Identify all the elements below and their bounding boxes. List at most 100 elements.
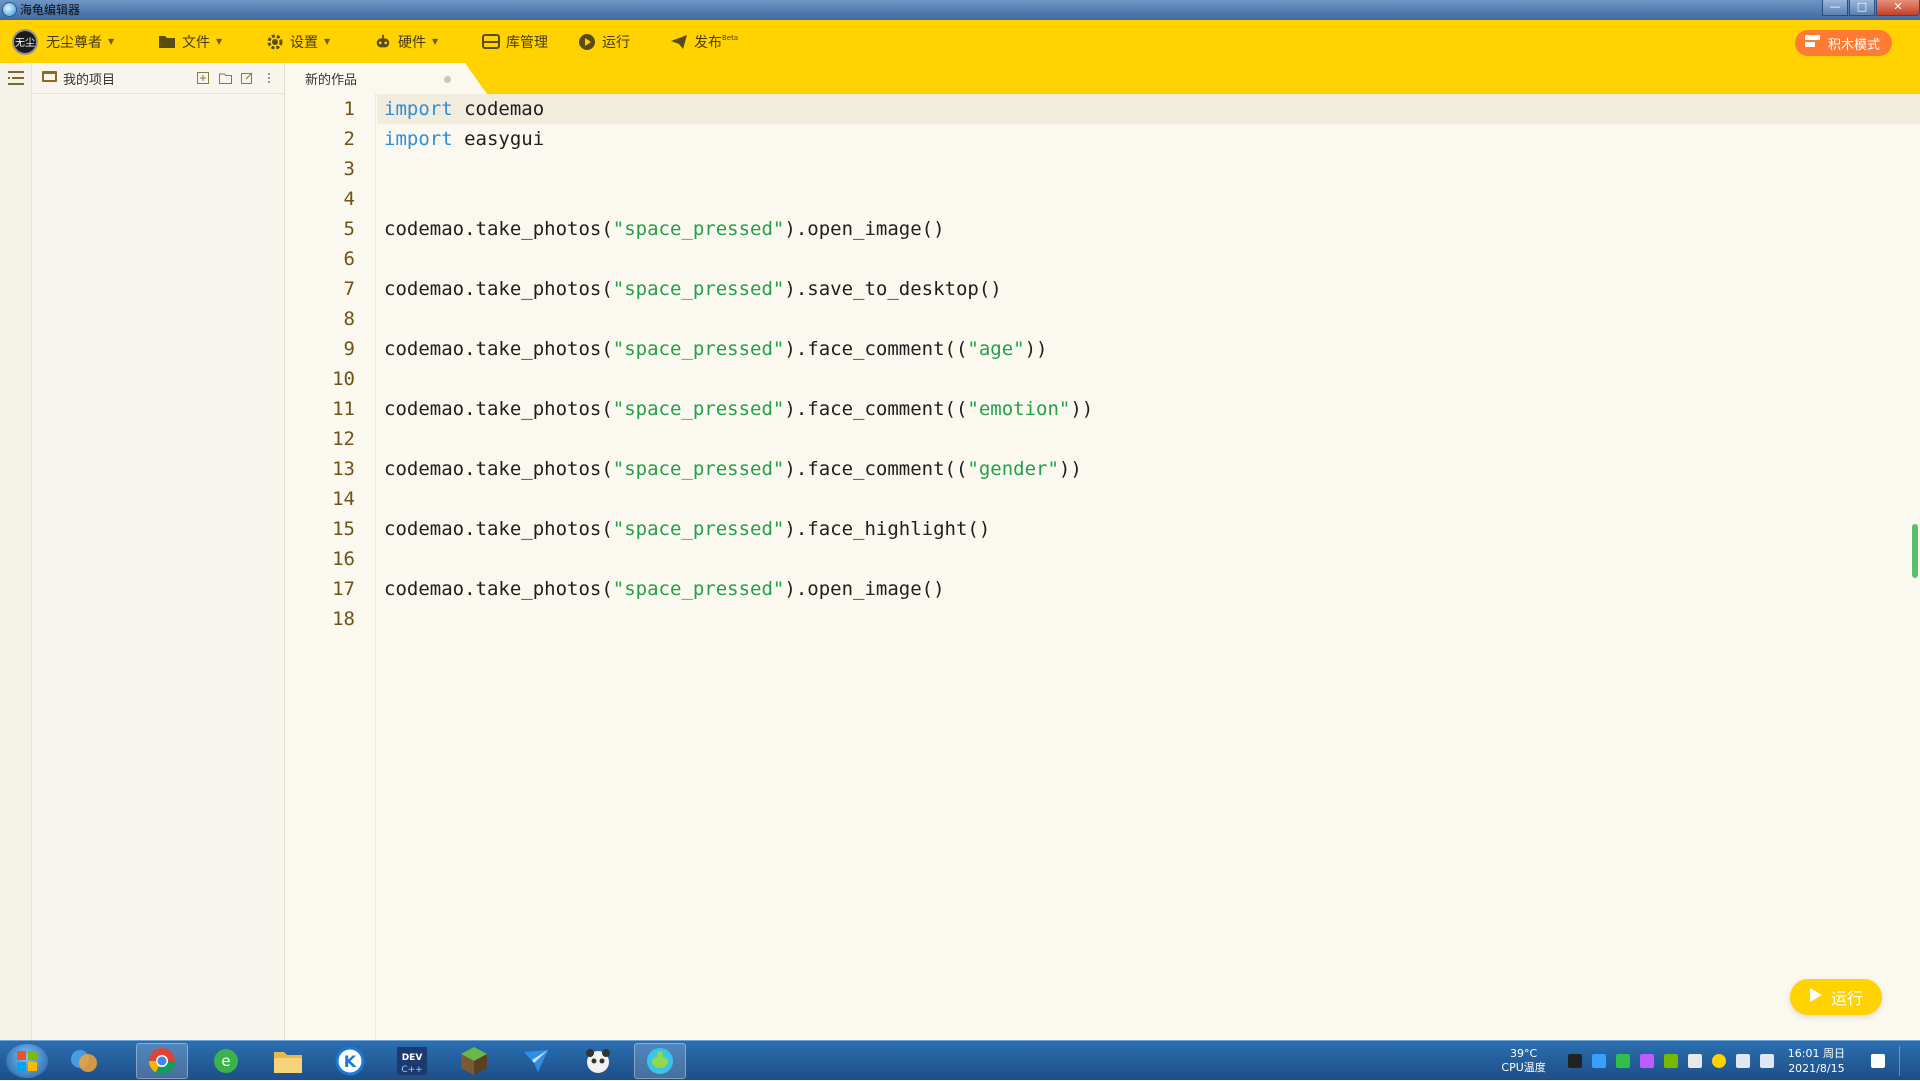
run-button[interactable]: 运行 — [1790, 979, 1882, 1015]
code-line[interactable] — [377, 154, 1920, 184]
k-app-icon[interactable]: K — [324, 1043, 376, 1079]
window-title: 海龟编辑器 — [20, 3, 81, 17]
media-app-icon[interactable] — [58, 1043, 110, 1079]
code-line[interactable] — [377, 604, 1920, 634]
line-number: 9 — [343, 338, 355, 360]
ie-browser-icon[interactable]: e — [200, 1043, 252, 1079]
user-menu[interactable]: 无尘 无尘尊者 ▼ — [12, 20, 114, 63]
code-line[interactable]: import codemao — [377, 94, 1920, 124]
settings-menu[interactable]: 设置 ▼ — [266, 20, 330, 63]
publish-button[interactable]: 发布 Beta — [670, 20, 738, 63]
cpu-temp-label: CPU温度 — [1501, 1061, 1546, 1074]
string-token: "emotion" — [967, 398, 1071, 420]
chrome-icon[interactable] — [136, 1043, 188, 1079]
line-number-gutter: 1 2 3 4 5 6 7 8 9 10 11 12 13 14 15 16 17 18 — [285, 94, 376, 1040]
code-token: ).face_highlight() — [784, 518, 991, 540]
line-number: 5 — [343, 218, 355, 240]
list-menu-icon[interactable] — [8, 71, 24, 85]
tab-new-work[interactable]: 新的作品 — [285, 63, 487, 94]
code-editor[interactable]: 1 2 3 4 5 6 7 8 9 10 11 12 13 14 15 16 17 18 import codem… — [285, 94, 1920, 1040]
more-options-icon[interactable] — [262, 71, 276, 85]
hardware-menu[interactable]: 硬件 ▼ — [374, 20, 438, 63]
panda-app-icon[interactable] — [572, 1043, 624, 1079]
tray-mouse-icon[interactable] — [1567, 1054, 1582, 1068]
code-line[interactable] — [377, 484, 1920, 514]
code-line[interactable]: codemao.take_photos("space_pressed").ope… — [377, 574, 1920, 604]
code-line[interactable] — [377, 364, 1920, 394]
line-number: 7 — [343, 278, 355, 300]
code-line[interactable] — [377, 244, 1920, 274]
code-line[interactable]: import easygui — [377, 124, 1920, 154]
blocks-icon — [1804, 34, 1820, 52]
play-circle-icon — [578, 33, 596, 51]
maximize-button[interactable]: □ — [1849, 0, 1875, 16]
tray-nvidia-icon[interactable] — [1663, 1054, 1678, 1068]
tray-shield-icon[interactable] — [1615, 1054, 1630, 1068]
chevron-down-icon: ▼ — [432, 37, 439, 46]
code-token: )) — [1070, 398, 1094, 420]
line-number: 11 — [332, 398, 355, 420]
file-menu-label: 文件 — [182, 34, 210, 51]
toolbar-run-button[interactable]: 运行 — [578, 20, 630, 63]
code-line[interactable] — [377, 424, 1920, 454]
code-line[interactable] — [377, 304, 1920, 334]
system-tray: 39°C CPU温度 16:01 周日 2021/8/15 — [1501, 1041, 1920, 1081]
code-line[interactable] — [377, 184, 1920, 214]
tray-thermometer-icon[interactable] — [1687, 1054, 1702, 1068]
show-desktop-button[interactable] — [1899, 1046, 1914, 1076]
svg-text:K: K — [344, 1052, 357, 1071]
tray-volume-icon[interactable] — [1759, 1054, 1774, 1068]
code-line[interactable]: codemao.take_photos("space_pressed").fac… — [377, 334, 1920, 364]
minimize-button[interactable]: — — [1822, 0, 1848, 16]
action-center-icon[interactable] — [1871, 1054, 1885, 1068]
tray-color-icon[interactable] — [1639, 1054, 1654, 1068]
tray-network-icon[interactable] — [1735, 1054, 1750, 1068]
code-line[interactable]: codemao.take_photos("space_pressed").sav… — [377, 274, 1920, 304]
string-token: "space_pressed" — [612, 398, 785, 420]
edit-icon[interactable] — [240, 71, 254, 85]
string-token: "space_pressed" — [612, 578, 785, 600]
chevron-down-icon: ▼ — [216, 37, 223, 46]
bird-app-icon[interactable] — [510, 1043, 562, 1079]
tab-label: 新的作品 — [305, 73, 358, 88]
string-token: "space_pressed" — [612, 458, 785, 480]
code-token: codemao.take_photos( — [384, 218, 613, 240]
code-token: codemao.take_photos( — [384, 278, 613, 300]
cpu-temperature[interactable]: 39°C CPU温度 — [1501, 1047, 1545, 1075]
close-button[interactable]: ✕ — [1876, 0, 1920, 16]
code-token: ).open_image() — [784, 218, 945, 240]
file-menu[interactable]: 文件 ▼ — [158, 20, 222, 63]
window-title-bar[interactable]: 海龟编辑器 — □ ✕ — [0, 0, 1920, 20]
code-line[interactable] — [377, 544, 1920, 574]
code-line[interactable]: codemao.take_photos("space_pressed").fac… — [377, 394, 1920, 424]
taskbar-clock[interactable]: 16:01 周日 2021/8/15 — [1788, 1046, 1845, 1076]
clock-date: 2021/8/15 — [1788, 1062, 1845, 1075]
minecraft-icon[interactable] — [448, 1043, 500, 1079]
line-number: 18 — [332, 608, 355, 630]
new-file-icon[interactable] — [196, 71, 210, 85]
sidebar-toggle-strip — [0, 63, 32, 1040]
dev-cpp-icon[interactable]: DEV C++ — [386, 1043, 438, 1079]
new-folder-icon[interactable] — [218, 71, 232, 85]
block-mode-button[interactable]: 积木模式 — [1794, 30, 1892, 56]
code-token: )) — [1058, 458, 1082, 480]
code-line[interactable]: codemao.take_photos("space_pressed").fac… — [377, 454, 1920, 484]
code-line[interactable]: codemao.take_photos("space_pressed").ope… — [377, 214, 1920, 244]
start-orb-icon[interactable] — [6, 1044, 48, 1078]
string-token: "space_pressed" — [612, 338, 785, 360]
editor-tab-strip: 新的作品 — [285, 63, 1920, 94]
unsaved-dot-icon[interactable] — [444, 76, 451, 83]
code-token: codemao.take_photos( — [384, 578, 613, 600]
code-line[interactable]: codemao.take_photos("space_pressed").fac… — [377, 514, 1920, 544]
folder-icon — [158, 33, 176, 51]
file-explorer-icon[interactable] — [262, 1043, 314, 1079]
vertical-scrollbar[interactable] — [1912, 524, 1918, 578]
svg-text:C++: C++ — [401, 1065, 422, 1075]
tray-app-icon[interactable] — [1591, 1054, 1606, 1068]
library-manager-button[interactable]: 库管理 — [482, 20, 548, 63]
turtle-editor-taskbar-icon[interactable] — [634, 1043, 686, 1079]
code-token: ).face_comment(( — [784, 458, 968, 480]
tray-plus-icon[interactable] — [1711, 1054, 1726, 1068]
project-folder-icon — [42, 70, 57, 87]
code-token: ).open_image() — [784, 578, 945, 600]
